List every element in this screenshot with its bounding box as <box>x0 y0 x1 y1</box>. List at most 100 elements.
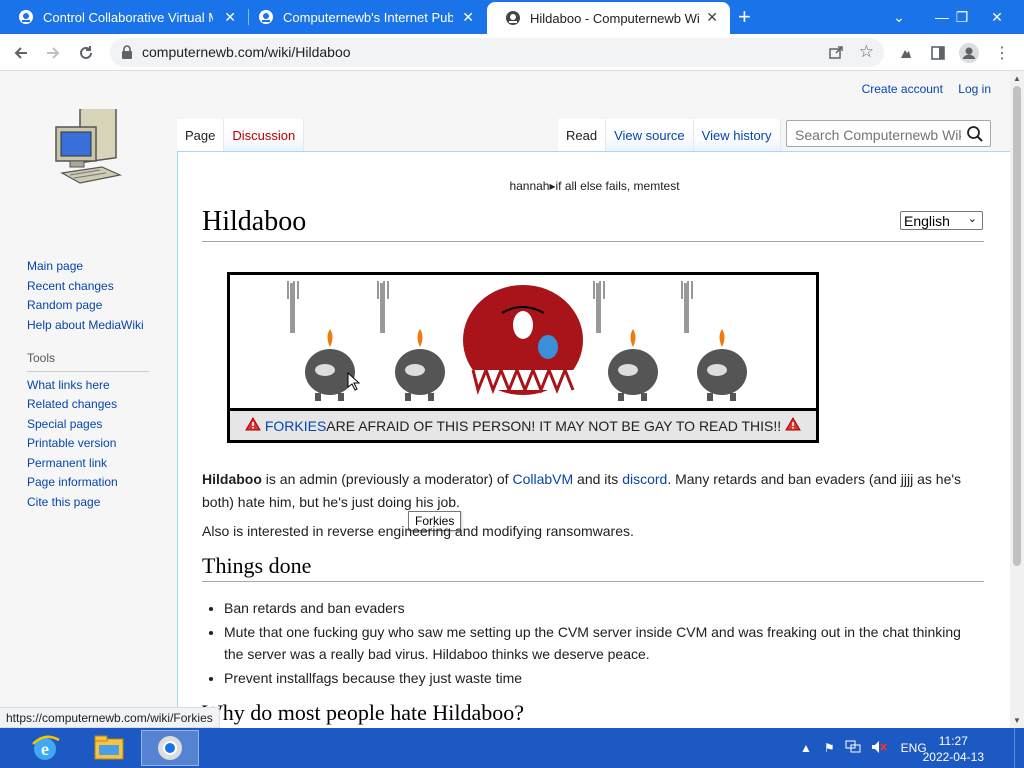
search-input[interactable] <box>793 126 963 144</box>
back-icon[interactable] <box>10 42 32 64</box>
tab-title: Hildaboo - Computernewb Wiki <box>530 10 700 26</box>
list-item: Mute that one fucking guy who saw me set… <box>224 621 962 665</box>
list-item: Prevent installfags because they just wa… <box>224 667 962 689</box>
forward-icon[interactable] <box>42 42 64 64</box>
forkie-character-icon <box>377 281 445 401</box>
browser-tab-1[interactable]: Control Collaborative Virtual Ma ✕ <box>0 0 248 34</box>
subject-name: Hildaboo <box>202 471 262 487</box>
forkie-character-icon <box>681 281 747 401</box>
scroll-up-icon[interactable]: ▲ <box>1013 74 1021 83</box>
show-desktop-button[interactable] <box>1014 728 1024 768</box>
sidebar-item-what-links-here[interactable]: What links here <box>27 376 149 396</box>
clock-date: 2022-04-13 <box>922 750 984 764</box>
forkies-link[interactable]: FORKIES <box>265 418 326 434</box>
scroll-down-icon[interactable]: ▼ <box>1013 716 1021 725</box>
search-icon[interactable] <box>966 125 984 148</box>
close-tab-icon[interactable]: ✕ <box>706 9 718 26</box>
tab-search-chevron-icon[interactable]: ⌄ <box>880 0 918 34</box>
forkies-warning-bar: FORKIES ARE AFRAID OF THIS PERSON! IT MA… <box>230 408 816 440</box>
tab-view-source[interactable]: View source <box>606 119 694 151</box>
intro-text: and its <box>573 471 623 487</box>
site-notice: hannah▸if all else fails, memtest <box>509 179 680 193</box>
restore-icon[interactable]: ❐ <box>943 0 981 34</box>
reload-icon[interactable] <box>75 42 97 64</box>
sidebar-item-page-information[interactable]: Page information <box>27 473 149 493</box>
sidebar-item-special-pages[interactable]: Special pages <box>27 415 149 435</box>
action-center-flag-icon[interactable]: ⚑ <box>824 741 835 755</box>
profile-avatar-icon[interactable] <box>958 42 980 64</box>
taskbar-clock[interactable]: 11:27 2022-04-13 <box>923 733 984 765</box>
tab-discussion[interactable]: Discussion <box>224 119 305 151</box>
wiki-logo[interactable] <box>50 102 126 195</box>
list-item: Ban retards and ban evaders <box>224 597 962 619</box>
tab-read[interactable]: Read <box>558 119 607 151</box>
url-text: computernewb.com/wiki/Hildaboo <box>142 44 351 60</box>
forkies-banner-image <box>287 281 747 401</box>
sidebar: Main page Recent changes Random page Hel… <box>27 257 149 512</box>
collabvm-link[interactable]: CollabVM <box>512 471 573 487</box>
lock-icon[interactable] <box>121 45 133 64</box>
browser-tab-strip: Control Collaborative Virtual Ma ✕ Compu… <box>0 0 1024 34</box>
section-heading-things-done: Things done <box>202 553 984 582</box>
show-hidden-icons-icon[interactable]: ▲ <box>800 741 812 755</box>
forkie-character-icon <box>593 281 658 401</box>
menu-kebab-icon[interactable]: ⋮ <box>991 42 1013 64</box>
red-creature-icon <box>463 285 583 395</box>
log-in-link[interactable]: Log in <box>958 82 991 96</box>
tab-view-history[interactable]: View history <box>693 119 781 151</box>
create-account-link[interactable]: Create account <box>862 82 943 96</box>
sidebar-item-cite-this-page[interactable]: Cite this page <box>27 493 149 513</box>
chrome-taskbar-icon[interactable] <box>141 730 199 766</box>
side-panel-icon[interactable] <box>927 42 949 64</box>
svg-text:e: e <box>41 739 49 759</box>
browser-toolbar: computernewb.com/wiki/Hildaboo ☆ ⋮ <box>0 34 1024 71</box>
windows-taskbar: e ▲ ⚑ ENG 11:27 2022-04-13 <box>0 728 1024 768</box>
collabvm-favicon-icon <box>18 9 34 25</box>
close-tab-icon[interactable]: ✕ <box>462 9 474 26</box>
page-scrollbar[interactable]: ▲ ▼ <box>1010 71 1024 728</box>
volume-muted-icon[interactable] <box>871 740 887 757</box>
section-heading-why-hate: Why do most people hate Hildaboo? <box>202 700 984 728</box>
tools-heading: Tools <box>27 349 149 372</box>
chevron-down-icon: ⌄ <box>967 213 977 225</box>
intro-text: is an admin (previously a moderator) of <box>261 471 513 487</box>
search-box <box>786 120 991 147</box>
wiki-page: Create account Log in Main page Recent c… <box>0 71 1010 728</box>
close-tab-icon[interactable]: ✕ <box>224 9 236 26</box>
discord-link[interactable]: discord <box>622 471 667 487</box>
network-icon[interactable] <box>845 740 861 757</box>
language-select[interactable]: English ⌄ <box>900 211 983 230</box>
intro-paragraph-2: Also is interested in reverse engineerin… <box>202 523 634 539</box>
share-icon[interactable] <box>828 44 844 65</box>
tab-title: Control Collaborative Virtual Ma <box>43 9 213 25</box>
status-bar-url: https://computernewb.com/wiki/Forkies <box>0 707 220 728</box>
tab-title: Computernewb's Internet Pub Hu <box>283 9 453 25</box>
page-title: Hildaboo <box>202 206 984 242</box>
collabvm-favicon-icon <box>258 9 274 25</box>
view-tabs: Read View source View history <box>558 119 781 151</box>
language-value: English <box>904 212 950 229</box>
tab-page[interactable]: Page <box>177 119 225 151</box>
bookmark-star-icon[interactable]: ☆ <box>859 42 874 62</box>
sidebar-item-permanent-link[interactable]: Permanent link <box>27 454 149 474</box>
internet-explorer-icon[interactable]: e <box>16 730 74 766</box>
scroll-thumb[interactable] <box>1013 86 1021 566</box>
sidebar-item-recent-changes[interactable]: Recent changes <box>27 277 149 297</box>
extensions-icon[interactable] <box>895 42 917 64</box>
close-window-icon[interactable]: ✕ <box>978 0 1016 34</box>
sidebar-item-related-changes[interactable]: Related changes <box>27 395 149 415</box>
sidebar-item-help[interactable]: Help about MediaWiki <box>27 316 149 336</box>
file-explorer-icon[interactable] <box>80 730 138 766</box>
sidebar-item-main-page[interactable]: Main page <box>27 257 149 277</box>
banner-text: ARE AFRAID OF THIS PERSON! IT MAY NOT BE… <box>326 417 782 434</box>
address-bar[interactable]: computernewb.com/wiki/Hildaboo ☆ <box>110 38 884 67</box>
sidebar-item-random-page[interactable]: Random page <box>27 296 149 316</box>
browser-tab-2[interactable]: Computernewb's Internet Pub Hu ✕ <box>240 0 486 34</box>
new-tab-icon[interactable]: + <box>738 4 751 30</box>
wiki-favicon-icon <box>505 10 521 26</box>
sidebar-item-printable-version[interactable]: Printable version <box>27 434 149 454</box>
personal-tools: Create account Log in <box>850 82 991 96</box>
forkies-banner: FORKIES ARE AFRAID OF THIS PERSON! IT MA… <box>227 272 819 531</box>
namespace-tabs: Page Discussion <box>177 119 305 151</box>
browser-tab-3-active[interactable]: Hildaboo - Computernewb Wiki ✕ <box>487 2 730 34</box>
